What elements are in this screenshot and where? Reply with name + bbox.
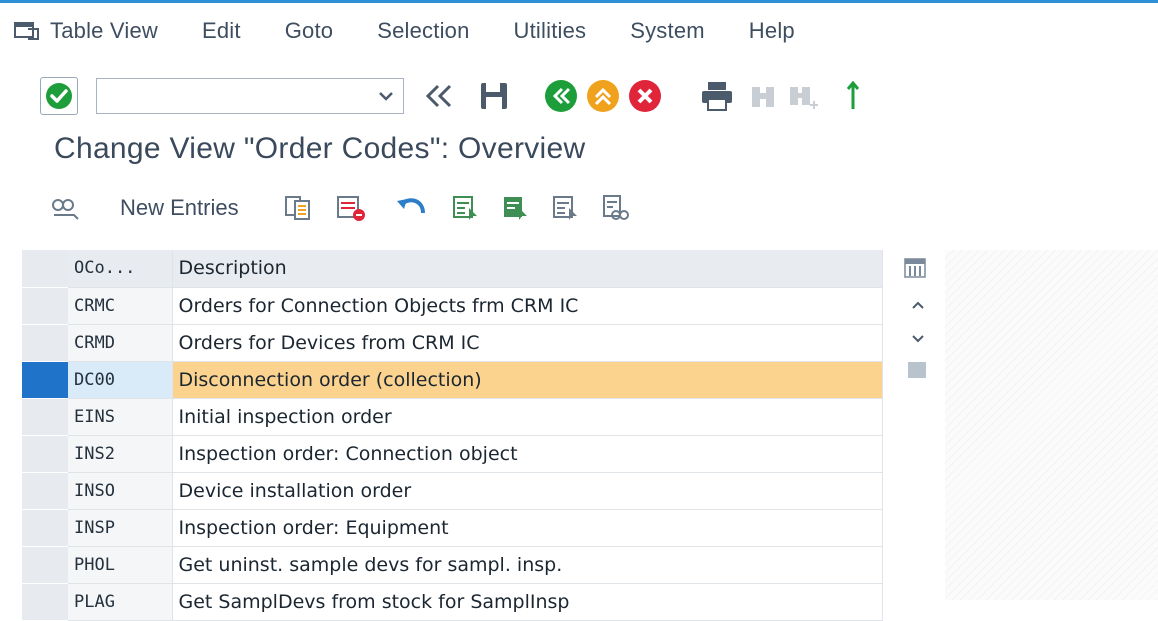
back-icon[interactable] (544, 76, 578, 116)
first-page-icon[interactable] (846, 76, 860, 116)
new-entries-button[interactable]: New Entries (120, 195, 239, 221)
exit-icon[interactable] (586, 76, 620, 116)
description-cell[interactable]: Device installation order (172, 472, 883, 510)
menu-icon[interactable] (14, 17, 50, 45)
order-code-cell[interactable]: CRMC (68, 287, 173, 325)
menu-selection[interactable]: Selection (377, 18, 469, 44)
description-cell[interactable]: Orders for Devices from CRM IC (172, 324, 883, 362)
menu-help[interactable]: Help (749, 18, 795, 44)
menu-utilities[interactable]: Utilities (514, 18, 587, 44)
table-row[interactable]: INS2 Inspection order: Connection object (22, 435, 883, 473)
menu-edit[interactable]: Edit (202, 18, 241, 44)
cancel-icon[interactable] (628, 76, 662, 116)
chevron-down-icon[interactable] (377, 85, 395, 112)
menu-table-view[interactable]: Table View (50, 18, 158, 44)
select-all-cell[interactable] (22, 250, 68, 288)
row-selector[interactable] (22, 472, 68, 510)
print-view-icon[interactable] (601, 188, 631, 228)
table-row[interactable]: INSO Device installation order (22, 472, 883, 510)
order-code-cell[interactable]: CRMD (68, 324, 173, 362)
undo-icon[interactable] (395, 188, 429, 228)
command-field[interactable] (96, 78, 404, 115)
application-toolbar: New Entries (0, 180, 1158, 236)
order-code-cell[interactable]: INSP (68, 509, 173, 547)
table-header-row: OCo... Description (22, 250, 883, 288)
description-cell[interactable]: Inspection order: Equipment (172, 509, 883, 547)
menu-system[interactable]: System (630, 18, 705, 44)
checkmark-icon (46, 83, 72, 109)
double-chevron-left-icon[interactable] (420, 76, 460, 116)
order-codes-table: OCo... Description CRMC Orders for Connec… (22, 250, 942, 621)
display-change-icon[interactable] (50, 188, 80, 228)
delete-icon[interactable] (335, 188, 367, 228)
table-row[interactable]: INSP Inspection order: Equipment (22, 509, 883, 547)
table-row[interactable]: PLAG Get SamplDevs from stock for SamplIn… (22, 583, 883, 621)
order-code-cell[interactable]: DC00 (68, 361, 173, 399)
description-cell[interactable]: Get SamplDevs from stock for SamplInsp (172, 583, 883, 621)
menu-bar: Table View Edit Goto Selection Utilities… (0, 3, 1158, 59)
order-code-cell[interactable]: PLAG (68, 583, 173, 621)
row-selector[interactable] (22, 398, 68, 436)
row-selector[interactable] (22, 361, 68, 399)
scroll-down-icon[interactable] (902, 324, 934, 354)
row-selector[interactable] (22, 583, 68, 621)
table-row[interactable]: DC00 Disconnection order (collection) (22, 361, 883, 399)
select-block-icon[interactable] (501, 188, 531, 228)
vertical-scrollbar[interactable] (898, 250, 938, 600)
order-code-cell[interactable]: EINS (68, 398, 173, 436)
save-icon[interactable] (478, 76, 510, 116)
scroll-up-icon[interactable] (902, 290, 934, 320)
description-cell[interactable]: Orders for Connection Objects frm CRM IC (172, 287, 883, 325)
column-settings-icon[interactable] (904, 258, 930, 280)
empty-area (945, 250, 1158, 600)
order-code-cell[interactable]: INS2 (68, 435, 173, 473)
menu-goto[interactable]: Goto (285, 18, 334, 44)
enter-button[interactable] (40, 77, 78, 115)
select-all-icon[interactable] (451, 188, 481, 228)
table-row[interactable]: EINS Initial inspection order (22, 398, 883, 436)
table-row[interactable]: CRMC Orders for Connection Objects frm CR… (22, 287, 883, 325)
find-next-icon (786, 76, 820, 116)
order-code-cell[interactable]: PHOL (68, 546, 173, 584)
column-header-order-code[interactable]: OCo... (68, 250, 173, 288)
print-icon[interactable] (700, 76, 734, 116)
description-cell[interactable]: Get uninst. sample devs for sampl. insp. (172, 546, 883, 584)
command-input[interactable] (103, 79, 377, 115)
system-toolbar (0, 68, 1158, 124)
table-row[interactable]: CRMD Orders for Devices from CRM IC (22, 324, 883, 362)
row-selector[interactable] (22, 287, 68, 325)
copy-as-icon[interactable] (283, 188, 313, 228)
description-cell[interactable]: Disconnection order (collection) (172, 361, 883, 399)
page-title: Change View "Order Codes": Overview (54, 132, 586, 165)
find-icon (748, 76, 778, 116)
row-selector[interactable] (22, 546, 68, 584)
row-selector[interactable] (22, 509, 68, 547)
description-cell[interactable]: Inspection order: Connection object (172, 435, 883, 473)
deselect-all-icon[interactable] (551, 188, 581, 228)
order-code-cell[interactable]: INSO (68, 472, 173, 510)
row-selector[interactable] (22, 324, 68, 362)
description-cell[interactable]: Initial inspection order (172, 398, 883, 436)
scrollbar-thumb[interactable] (908, 362, 926, 378)
column-header-description[interactable]: Description (172, 250, 883, 288)
table-row[interactable]: PHOL Get uninst. sample devs for sampl. i… (22, 546, 883, 584)
row-selector[interactable] (22, 435, 68, 473)
